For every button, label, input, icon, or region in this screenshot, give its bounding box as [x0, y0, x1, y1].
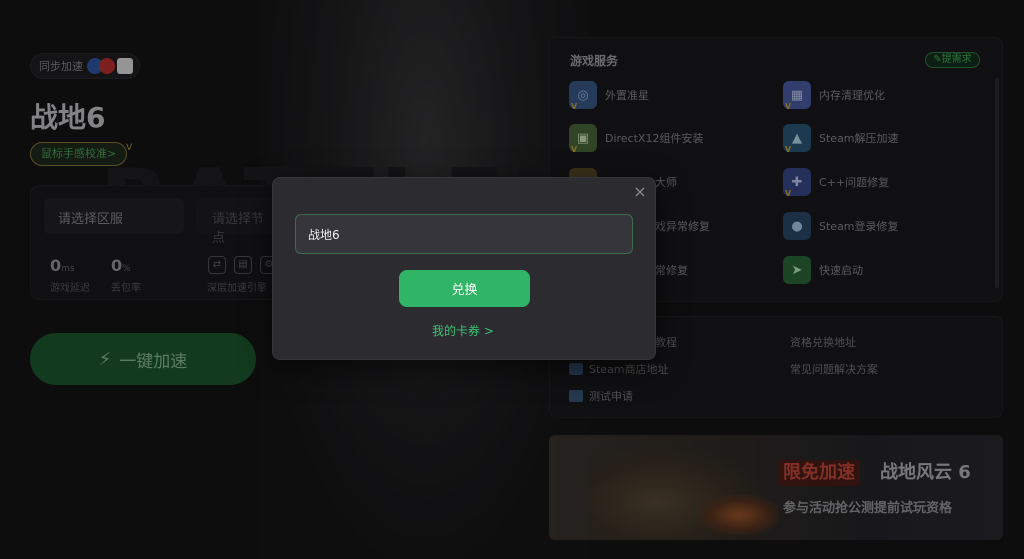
redeem-button[interactable]: 兑换	[399, 270, 530, 307]
my-coupons-link[interactable]: 我的卡券 >	[432, 322, 494, 339]
redeem-code-input[interactable]	[295, 214, 633, 254]
close-icon[interactable]: ×	[632, 184, 648, 200]
